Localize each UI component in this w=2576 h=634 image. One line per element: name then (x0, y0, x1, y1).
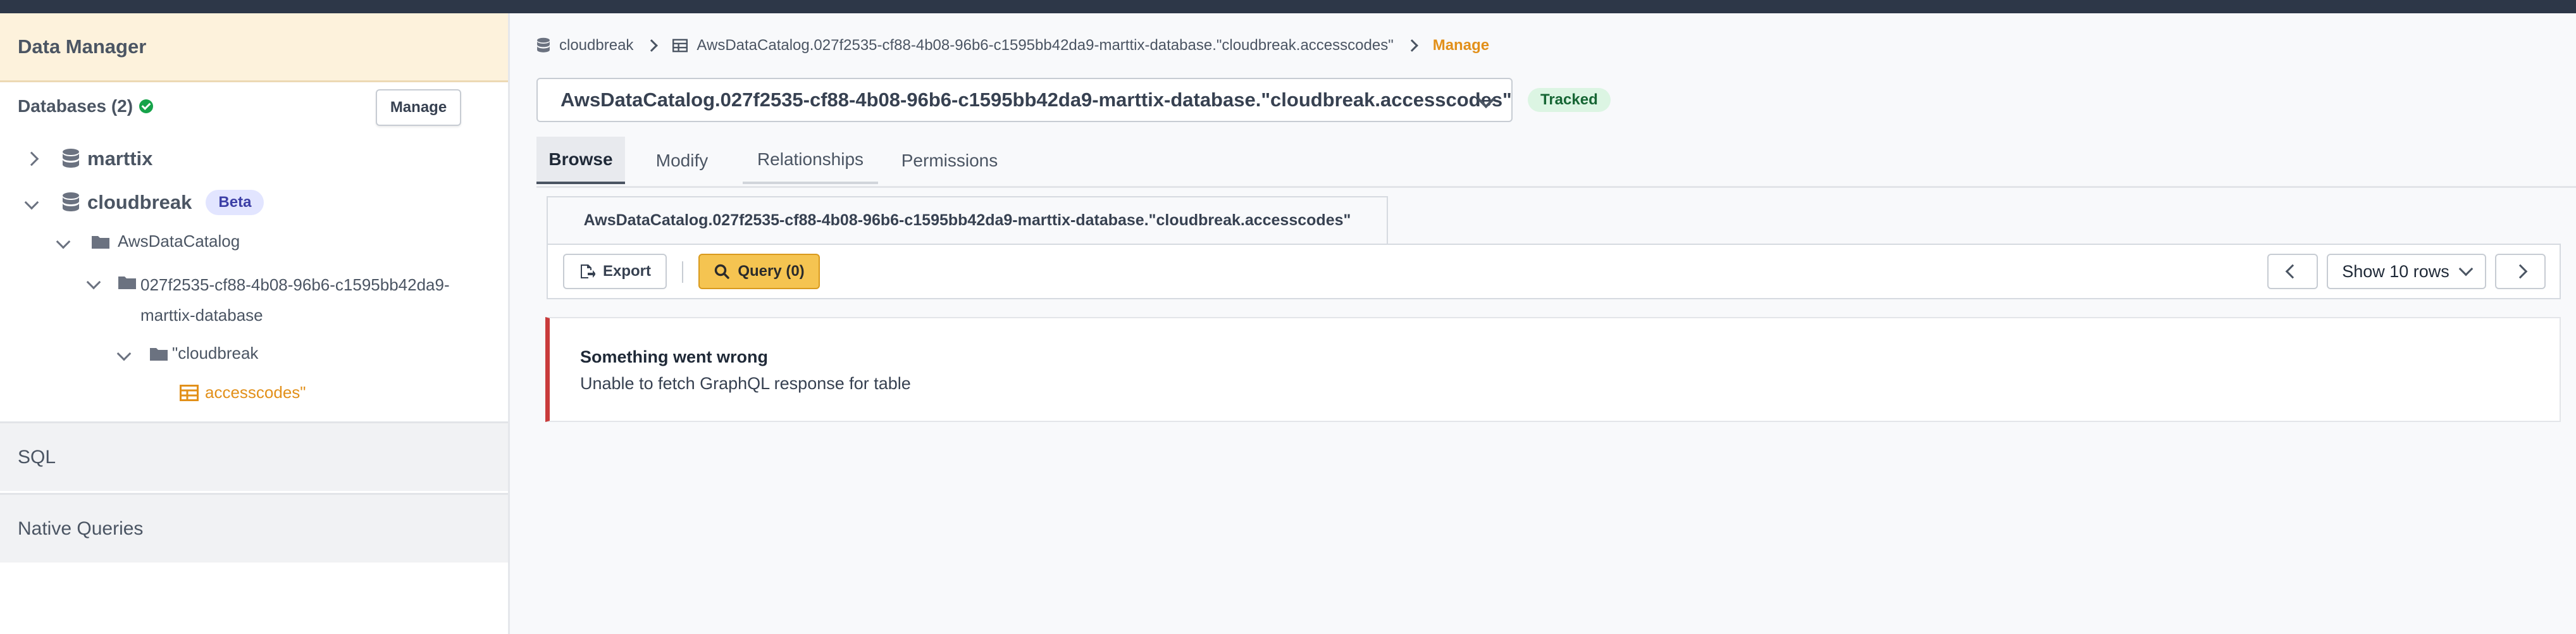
chevron-down-icon[interactable] (56, 234, 71, 249)
folder-icon (91, 234, 110, 249)
tree-item-schema[interactable]: 027f2535-cf88-4b08-96b6-c1595bb42da9- ma… (86, 270, 450, 330)
table-name-tab[interactable]: AwsDataCatalog.027f2535-cf88-4b08-96b6-c… (547, 196, 1388, 244)
breadcrumb-item-table[interactable]: AwsDataCatalog.027f2535-cf88-4b08-96b6-c… (697, 37, 1393, 54)
tree-item-label: accesscodes" (205, 383, 306, 402)
database-icon (62, 148, 80, 170)
schema-name-line2: marttix-database (140, 306, 263, 325)
check-icon (139, 99, 154, 113)
tree-item-cloudbreak-folder[interactable]: "cloudbreak (116, 344, 259, 363)
chevron-down-icon[interactable] (24, 195, 39, 210)
selected-table-name: AwsDataCatalog.027f2535-cf88-4b08-96b6-c… (560, 89, 1512, 111)
browse-toolbar: Export Query (0) Show 10 rows (547, 244, 2561, 299)
tree-item-label: cloudbreak (87, 191, 192, 213)
tab-permissions[interactable]: Permissions (891, 137, 1008, 184)
tab-browse[interactable]: Browse (536, 137, 625, 184)
beta-badge: Beta (206, 190, 264, 215)
export-button[interactable]: Export (563, 254, 667, 289)
tree-item-marttix[interactable]: marttix (24, 147, 153, 170)
chevron-down-icon[interactable] (116, 346, 132, 361)
database-icon (62, 192, 80, 213)
tab-relationships[interactable]: Relationships (743, 137, 878, 184)
folder-icon (118, 275, 137, 290)
error-alert: Something went wrong Unable to fetch Gra… (545, 317, 2561, 422)
query-button[interactable]: Query (0) (698, 254, 820, 289)
database-icon (537, 37, 550, 53)
error-message: Unable to fetch GraphQL response for tab… (580, 374, 911, 393)
chevron-right-icon[interactable] (24, 151, 39, 166)
tree-item-label: marttix (87, 147, 153, 170)
chevron-left-icon (2285, 264, 2300, 279)
manage-databases-button[interactable]: Manage (376, 89, 461, 126)
export-icon (580, 264, 595, 278)
status-badge: Tracked (1528, 88, 1611, 112)
error-title: Something went wrong (580, 347, 768, 366)
databases-label: Databases (2) (18, 96, 133, 116)
table-icon (180, 384, 199, 401)
native-queries-section[interactable]: Native Queries (0, 493, 508, 563)
chevron-down-icon (2458, 261, 2474, 277)
folder-icon (149, 346, 168, 361)
databases-heading: Databases (2) (18, 96, 154, 116)
chevron-right-icon (1405, 39, 1418, 52)
top-navigation-bar (0, 0, 2576, 13)
tree-item-awsdatacatalog[interactable]: AwsDataCatalog (56, 232, 240, 251)
chevron-right-icon (2513, 264, 2528, 279)
next-page-button[interactable] (2495, 254, 2546, 289)
tree-item-label: 027f2535-cf88-4b08-96b6-c1595bb42da9- ma… (140, 270, 450, 330)
tree-item-cloudbreak[interactable]: cloudbreak Beta (24, 190, 264, 215)
breadcrumb-item-database[interactable]: cloudbreak (559, 37, 633, 54)
tab-modify[interactable]: Modify (638, 137, 726, 184)
export-label: Export (602, 263, 651, 280)
rows-per-page-label: Show 10 rows (2342, 261, 2449, 281)
table-selector-dropdown[interactable]: AwsDataCatalog.027f2535-cf88-4b08-96b6-c… (536, 78, 1513, 122)
tab-bar: Browse Modify Relationships Permissions (536, 137, 2576, 188)
tree-item-label: "cloudbreak (172, 344, 259, 363)
breadcrumb-item-manage[interactable]: Manage (1433, 37, 1489, 54)
query-label: Query (0) (738, 263, 805, 280)
breadcrumb: cloudbreak AwsDataCatalog.027f2535-cf88-… (536, 37, 1489, 54)
sidebar: Data Manager Databases (2) Manage martti… (0, 13, 510, 634)
tree-item-accesscodes-table[interactable]: accesscodes" (180, 383, 306, 402)
table-icon (672, 39, 688, 53)
tree-item-label: AwsDataCatalog (118, 232, 240, 251)
chevron-down-icon[interactable] (86, 275, 101, 290)
search-icon (715, 264, 730, 279)
previous-page-button[interactable] (2267, 254, 2318, 289)
rows-per-page-select[interactable]: Show 10 rows (2327, 254, 2486, 289)
sql-section[interactable]: SQL (0, 421, 508, 491)
schema-name-line1: 027f2535-cf88-4b08-96b6-c1595bb42da9- (140, 275, 450, 294)
sidebar-title: Data Manager (0, 13, 508, 82)
chevron-right-icon (645, 39, 659, 52)
toolbar-divider (682, 261, 683, 283)
